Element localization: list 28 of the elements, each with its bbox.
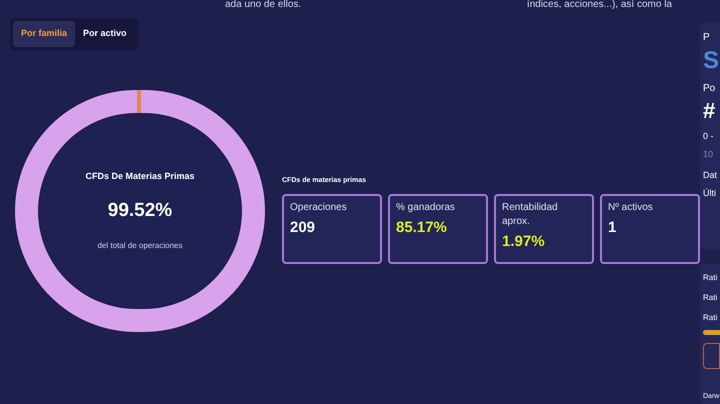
panel-text: Rati xyxy=(703,272,718,284)
stat-value: 1 xyxy=(608,218,618,238)
panel-text: 0 - xyxy=(703,130,715,143)
stat-label: Rentabilidad aprox. xyxy=(502,201,559,229)
rating-bar xyxy=(703,330,720,335)
panel-text: Po xyxy=(703,82,716,96)
panel-text: P xyxy=(703,31,711,45)
panel-text: Últi xyxy=(703,186,717,200)
panel-text: # xyxy=(703,100,716,122)
panel-text: S xyxy=(703,49,720,73)
tab[interactable]: Por activo xyxy=(75,21,135,46)
stat-value: 85.17% xyxy=(396,218,448,238)
donut-title: CFDs De Materias Primas xyxy=(85,170,195,182)
panel-box xyxy=(703,343,720,369)
tab[interactable]: Por familia xyxy=(13,21,76,46)
panel-text: Rati xyxy=(703,292,718,304)
donut-caption: del total de operaciones xyxy=(98,240,182,252)
donut-value: 99.52% xyxy=(108,199,172,223)
intro-text: ada uno de ellos. xyxy=(225,0,302,10)
panel-text: Rati xyxy=(703,312,718,324)
stat-label: Nº activos xyxy=(608,201,654,215)
stat-value: 1.97% xyxy=(502,232,546,252)
panel-text: Dat xyxy=(703,169,718,182)
stat-value: 209 xyxy=(290,218,316,238)
stat-label: % ganadoras xyxy=(396,201,456,215)
panel-text: 10 xyxy=(703,148,714,160)
stat-label: Operaciones xyxy=(290,201,348,215)
intro-text: índices, acciones...), así como la xyxy=(526,0,672,10)
